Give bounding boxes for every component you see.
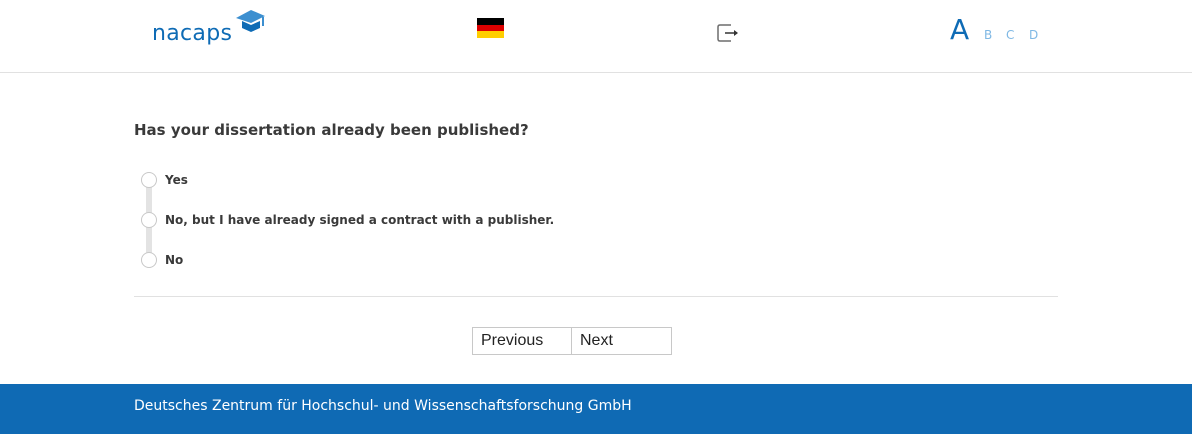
radio-button[interactable] [141,172,157,188]
next-button[interactable]: Next [572,328,671,354]
radio-button[interactable] [141,252,157,268]
font-size-d[interactable]: D [1029,28,1038,42]
logo-text: nacaps [152,21,233,46]
option-label[interactable]: No, but I have already signed a contract… [165,213,554,227]
font-size-b[interactable]: B [984,28,992,42]
question-text: Has your dissertation already been publi… [134,121,529,139]
footer-text: Deutsches Zentrum für Hochschul- und Wis… [134,398,632,414]
logout-icon[interactable] [717,23,739,43]
navigation-buttons: Previous Next [472,327,672,355]
font-size-c[interactable]: C [1006,28,1014,42]
radio-button[interactable] [141,212,157,228]
graduation-cap-icon [234,10,266,38]
font-size-a[interactable]: A [950,13,969,46]
header: nacaps A B C D [0,0,1192,73]
divider [134,296,1058,297]
german-flag-icon[interactable] [477,18,504,38]
footer: Deutsches Zentrum für Hochschul- und Wis… [0,384,1192,434]
option-label[interactable]: Yes [165,173,188,187]
option-label[interactable]: No [165,253,183,267]
previous-button[interactable]: Previous [473,328,572,354]
